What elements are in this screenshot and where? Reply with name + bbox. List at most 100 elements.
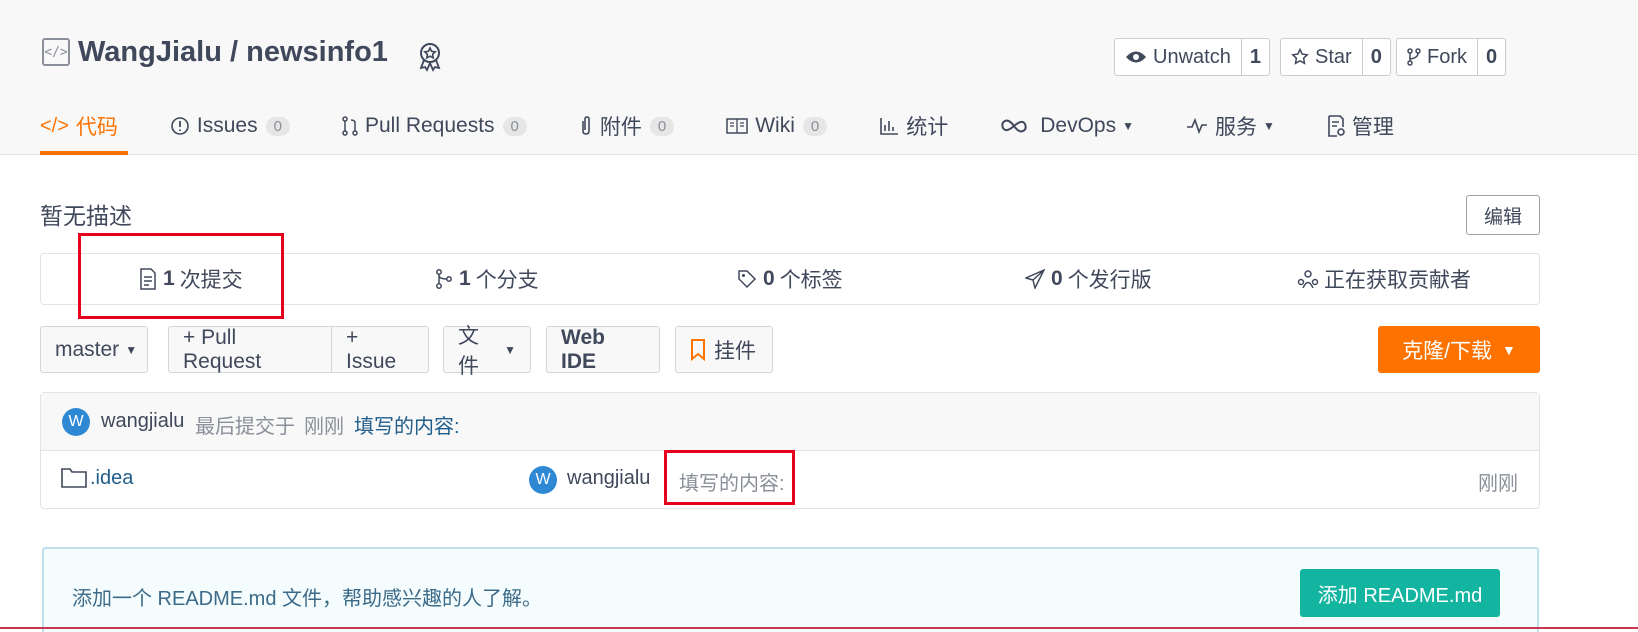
tab-pull-requests-label: Pull Requests — [364, 114, 495, 137]
tab-services[interactable]: 服务 ▼ — [1186, 100, 1275, 152]
settings-doc-icon — [1327, 115, 1345, 137]
repo-header: </> WangJialu / newsinfo1 Unwatch 1 Star… — [0, 0, 1638, 155]
new-issue-label: + Issue — [346, 325, 397, 373]
stat-contributors-label: 正在获取贡献者 — [1324, 269, 1471, 292]
tab-devops[interactable]: DevOps ▼ — [1000, 100, 1134, 152]
star-button[interactable]: Star — [1280, 38, 1363, 76]
tab-attachments[interactable]: 附件 0 — [579, 100, 675, 152]
star-count[interactable]: 0 — [1362, 38, 1391, 76]
stat-branches-label: 个分支 — [475, 269, 539, 292]
award-badge-icon[interactable] — [414, 40, 446, 72]
fork-button[interactable]: Fork — [1396, 38, 1478, 76]
chevron-down-icon: ▼ — [1501, 341, 1516, 358]
add-readme-button[interactable]: 添加 README.md — [1300, 569, 1500, 617]
widget-button[interactable]: 挂件 — [675, 326, 773, 373]
stat-contributors[interactable]: 正在获取贡献者 — [1297, 254, 1471, 304]
widget-label: 挂件 — [714, 339, 756, 363]
latest-commit-author[interactable]: wangjialu — [101, 410, 184, 433]
file-name-link[interactable]: .idea — [90, 467, 133, 490]
tab-issues-count: 0 — [265, 116, 290, 136]
star-icon — [1291, 48, 1309, 65]
book-icon — [726, 117, 748, 135]
tab-statistics[interactable]: 统计 — [879, 100, 948, 152]
stat-tags[interactable]: 0 个标签 — [737, 254, 843, 304]
files-dropdown-label: 文件 — [458, 324, 479, 378]
avatar[interactable]: W — [62, 408, 90, 436]
infinity-icon — [1000, 118, 1028, 134]
stat-releases[interactable]: 0 个发行版 — [1025, 254, 1152, 304]
tab-services-label: 服务 — [1214, 116, 1257, 139]
contributors-icon — [1297, 270, 1319, 289]
files-dropdown[interactable]: 文件 ▼ — [443, 325, 531, 378]
tab-manage-label: 管理 — [1351, 116, 1394, 139]
latest-commit-bar: W wangjialu 最后提交于 刚刚 填写的内容: — [41, 393, 1539, 451]
repo-title-separator: / — [221, 36, 247, 68]
tab-code[interactable]: </> 代码 — [40, 100, 128, 155]
stat-releases-count: 0 — [1051, 267, 1063, 290]
tab-pull-requests-count: 0 — [502, 116, 527, 136]
star-group: Star 0 — [1280, 38, 1391, 76]
bottom-divider — [0, 627, 1638, 629]
new-pull-request-label: + Pull Request — [183, 325, 262, 373]
repository-code-icon: </> — [42, 38, 70, 66]
chevron-down-icon: ▼ — [1122, 119, 1134, 133]
paperclip-icon — [579, 115, 593, 137]
bookmark-icon — [691, 338, 705, 361]
tag-icon — [738, 270, 757, 289]
chevron-down-icon: ▼ — [1262, 119, 1275, 133]
latest-commit-text: 最后提交于 — [195, 416, 295, 438]
watch-group: Unwatch 1 — [1114, 38, 1270, 76]
clone-download-button[interactable]: 克隆/下载 ▼ — [1378, 326, 1540, 373]
repo-owner-link[interactable]: WangJialu — [78, 36, 222, 68]
tab-manage[interactable]: 管理 — [1327, 100, 1394, 152]
tab-wiki[interactable]: Wiki 0 — [726, 100, 828, 152]
web-ide-label: Web IDE — [561, 325, 605, 373]
fork-icon — [1407, 48, 1421, 66]
stat-tags-count: 0 — [763, 267, 775, 290]
red-annotation-box — [78, 233, 284, 319]
bar-chart-icon — [879, 117, 899, 135]
chevron-down-icon: ▼ — [125, 342, 138, 357]
edit-description-button[interactable]: 编辑 — [1466, 195, 1540, 235]
new-issue-button[interactable]: + Issue — [331, 326, 429, 373]
branch-icon — [436, 269, 452, 289]
file-commit-author[interactable]: wangjialu — [567, 467, 650, 490]
repo-title: WangJialu / newsinfo1 — [78, 36, 388, 69]
latest-commit-message[interactable]: 填写的内容: — [354, 410, 460, 439]
chevron-down-icon: ▼ — [504, 342, 516, 357]
stat-releases-label: 个发行版 — [1067, 269, 1152, 292]
tab-code-label: 代码 — [75, 116, 118, 139]
stat-branches[interactable]: 1 个分支 — [435, 254, 539, 304]
fork-group: Fork 0 — [1396, 38, 1507, 76]
red-annotation-box — [664, 450, 795, 505]
unwatch-button[interactable]: Unwatch — [1114, 38, 1242, 76]
avatar[interactable]: W — [529, 466, 557, 494]
fork-count[interactable]: 0 — [1478, 38, 1507, 76]
stat-tags-label: 个标签 — [779, 269, 843, 292]
tab-issues-label: Issues — [196, 114, 258, 137]
release-icon — [1025, 269, 1045, 289]
branch-select-label: master — [55, 337, 120, 361]
new-pull-request-button[interactable]: + Pull Request — [168, 326, 332, 373]
repo-description: 暂无描述 — [40, 203, 132, 229]
tab-issues[interactable]: Issues 0 — [170, 100, 290, 152]
clone-download-label: 克隆/下载 — [1402, 339, 1492, 363]
pulse-icon — [1186, 118, 1208, 134]
star-label: Star — [1315, 45, 1352, 68]
unwatch-label: Unwatch — [1153, 45, 1231, 68]
tab-attachments-label: 附件 — [599, 116, 642, 139]
web-ide-button[interactable]: Web IDE — [546, 326, 660, 373]
tab-wiki-count: 0 — [802, 116, 828, 136]
readme-prompt-text: 添加一个 README.md 文件，帮助感兴趣的人了解。 — [72, 588, 543, 610]
branch-select[interactable]: master ▼ — [40, 326, 148, 373]
readme-prompt: 添加一个 README.md 文件，帮助感兴趣的人了解。 添加 README.m… — [42, 547, 1539, 632]
repo-tabs: </> 代码 Issues 0 Pull Requests 0 附件 0 Wik… — [40, 100, 1446, 155]
tab-wiki-label: Wiki — [755, 114, 795, 137]
fork-label: Fork — [1427, 45, 1467, 68]
pull-request-icon — [342, 116, 358, 136]
tab-statistics-label: 统计 — [906, 116, 949, 139]
latest-commit-time: 刚刚 — [304, 416, 344, 438]
tab-pull-requests[interactable]: Pull Requests 0 — [342, 100, 527, 152]
watch-count[interactable]: 1 — [1241, 38, 1270, 76]
repo-name-link[interactable]: newsinfo1 — [246, 36, 388, 68]
